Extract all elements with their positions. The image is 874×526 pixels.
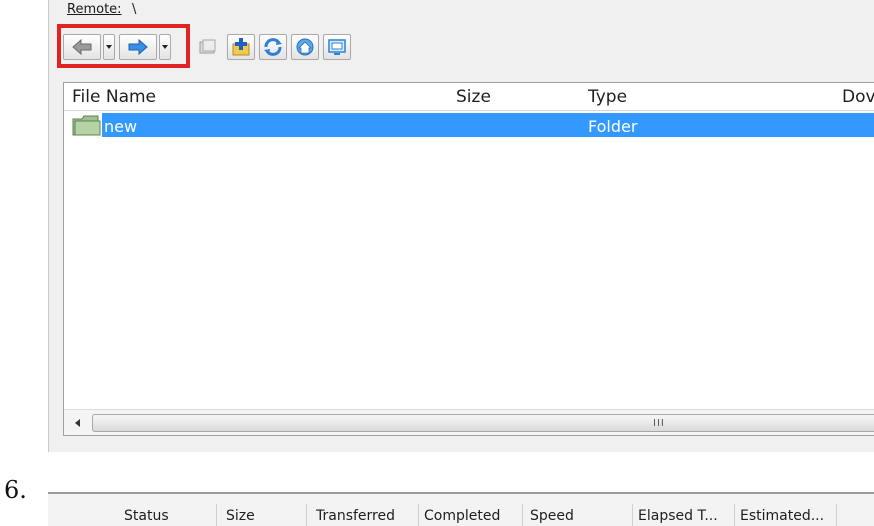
queue-column-speed[interactable]: Speed xyxy=(530,508,574,524)
column-type[interactable]: Type xyxy=(588,87,627,107)
table-row[interactable] xyxy=(102,113,874,137)
scrollbar-thumb[interactable]: III xyxy=(92,414,874,432)
parent-folder-button[interactable] xyxy=(195,34,221,60)
horizontal-scrollbar[interactable]: III xyxy=(64,409,874,435)
new-folder-button[interactable] xyxy=(227,34,255,60)
file-list-header: File Name Size Type Dov xyxy=(64,83,874,111)
column-download[interactable]: Dov xyxy=(842,87,874,107)
remote-label: Remote: xyxy=(67,2,122,17)
column-separator xyxy=(734,504,735,526)
step-number: 6. xyxy=(4,476,27,504)
remote-panel: Remote: \ File Name Size Type Dov new Fo… xyxy=(48,0,874,452)
file-list[interactable]: File Name Size Type Dov new Folder III xyxy=(63,82,874,436)
transfer-queue-header: Status Size Transferred Completed Speed … xyxy=(48,492,874,526)
view-button[interactable] xyxy=(323,34,351,60)
queue-column-size[interactable]: Size xyxy=(226,508,255,524)
queue-column-estimated[interactable]: Estimated... xyxy=(740,508,824,524)
home-button[interactable] xyxy=(291,34,319,60)
column-separator xyxy=(836,504,837,526)
row-type: Folder xyxy=(588,117,638,136)
queue-column-elapsed[interactable]: Elapsed T... xyxy=(638,508,718,524)
column-separator xyxy=(216,504,217,526)
refresh-icon xyxy=(264,38,282,56)
column-file-name[interactable]: File Name xyxy=(72,87,156,107)
queue-column-status[interactable]: Status xyxy=(124,508,169,524)
column-separator xyxy=(418,504,419,526)
column-size[interactable]: Size xyxy=(456,87,491,107)
row-file-name: new xyxy=(104,117,138,136)
new-folder-icon xyxy=(232,38,250,56)
parent-folder-icon xyxy=(199,39,216,54)
queue-column-completed[interactable]: Completed xyxy=(424,508,500,524)
folder-icon xyxy=(72,115,101,136)
queue-column-transferred[interactable]: Transferred xyxy=(316,508,395,524)
view-icon xyxy=(328,39,346,55)
column-separator xyxy=(632,504,633,526)
remote-path: \ xyxy=(132,2,137,17)
navigation-highlight-box xyxy=(57,24,190,68)
column-separator xyxy=(306,504,307,526)
refresh-button[interactable] xyxy=(259,34,287,60)
home-icon xyxy=(296,38,314,56)
scrollbar-grip: III xyxy=(653,418,665,429)
scroll-left-arrow-icon[interactable] xyxy=(68,413,88,433)
column-separator xyxy=(522,504,523,526)
